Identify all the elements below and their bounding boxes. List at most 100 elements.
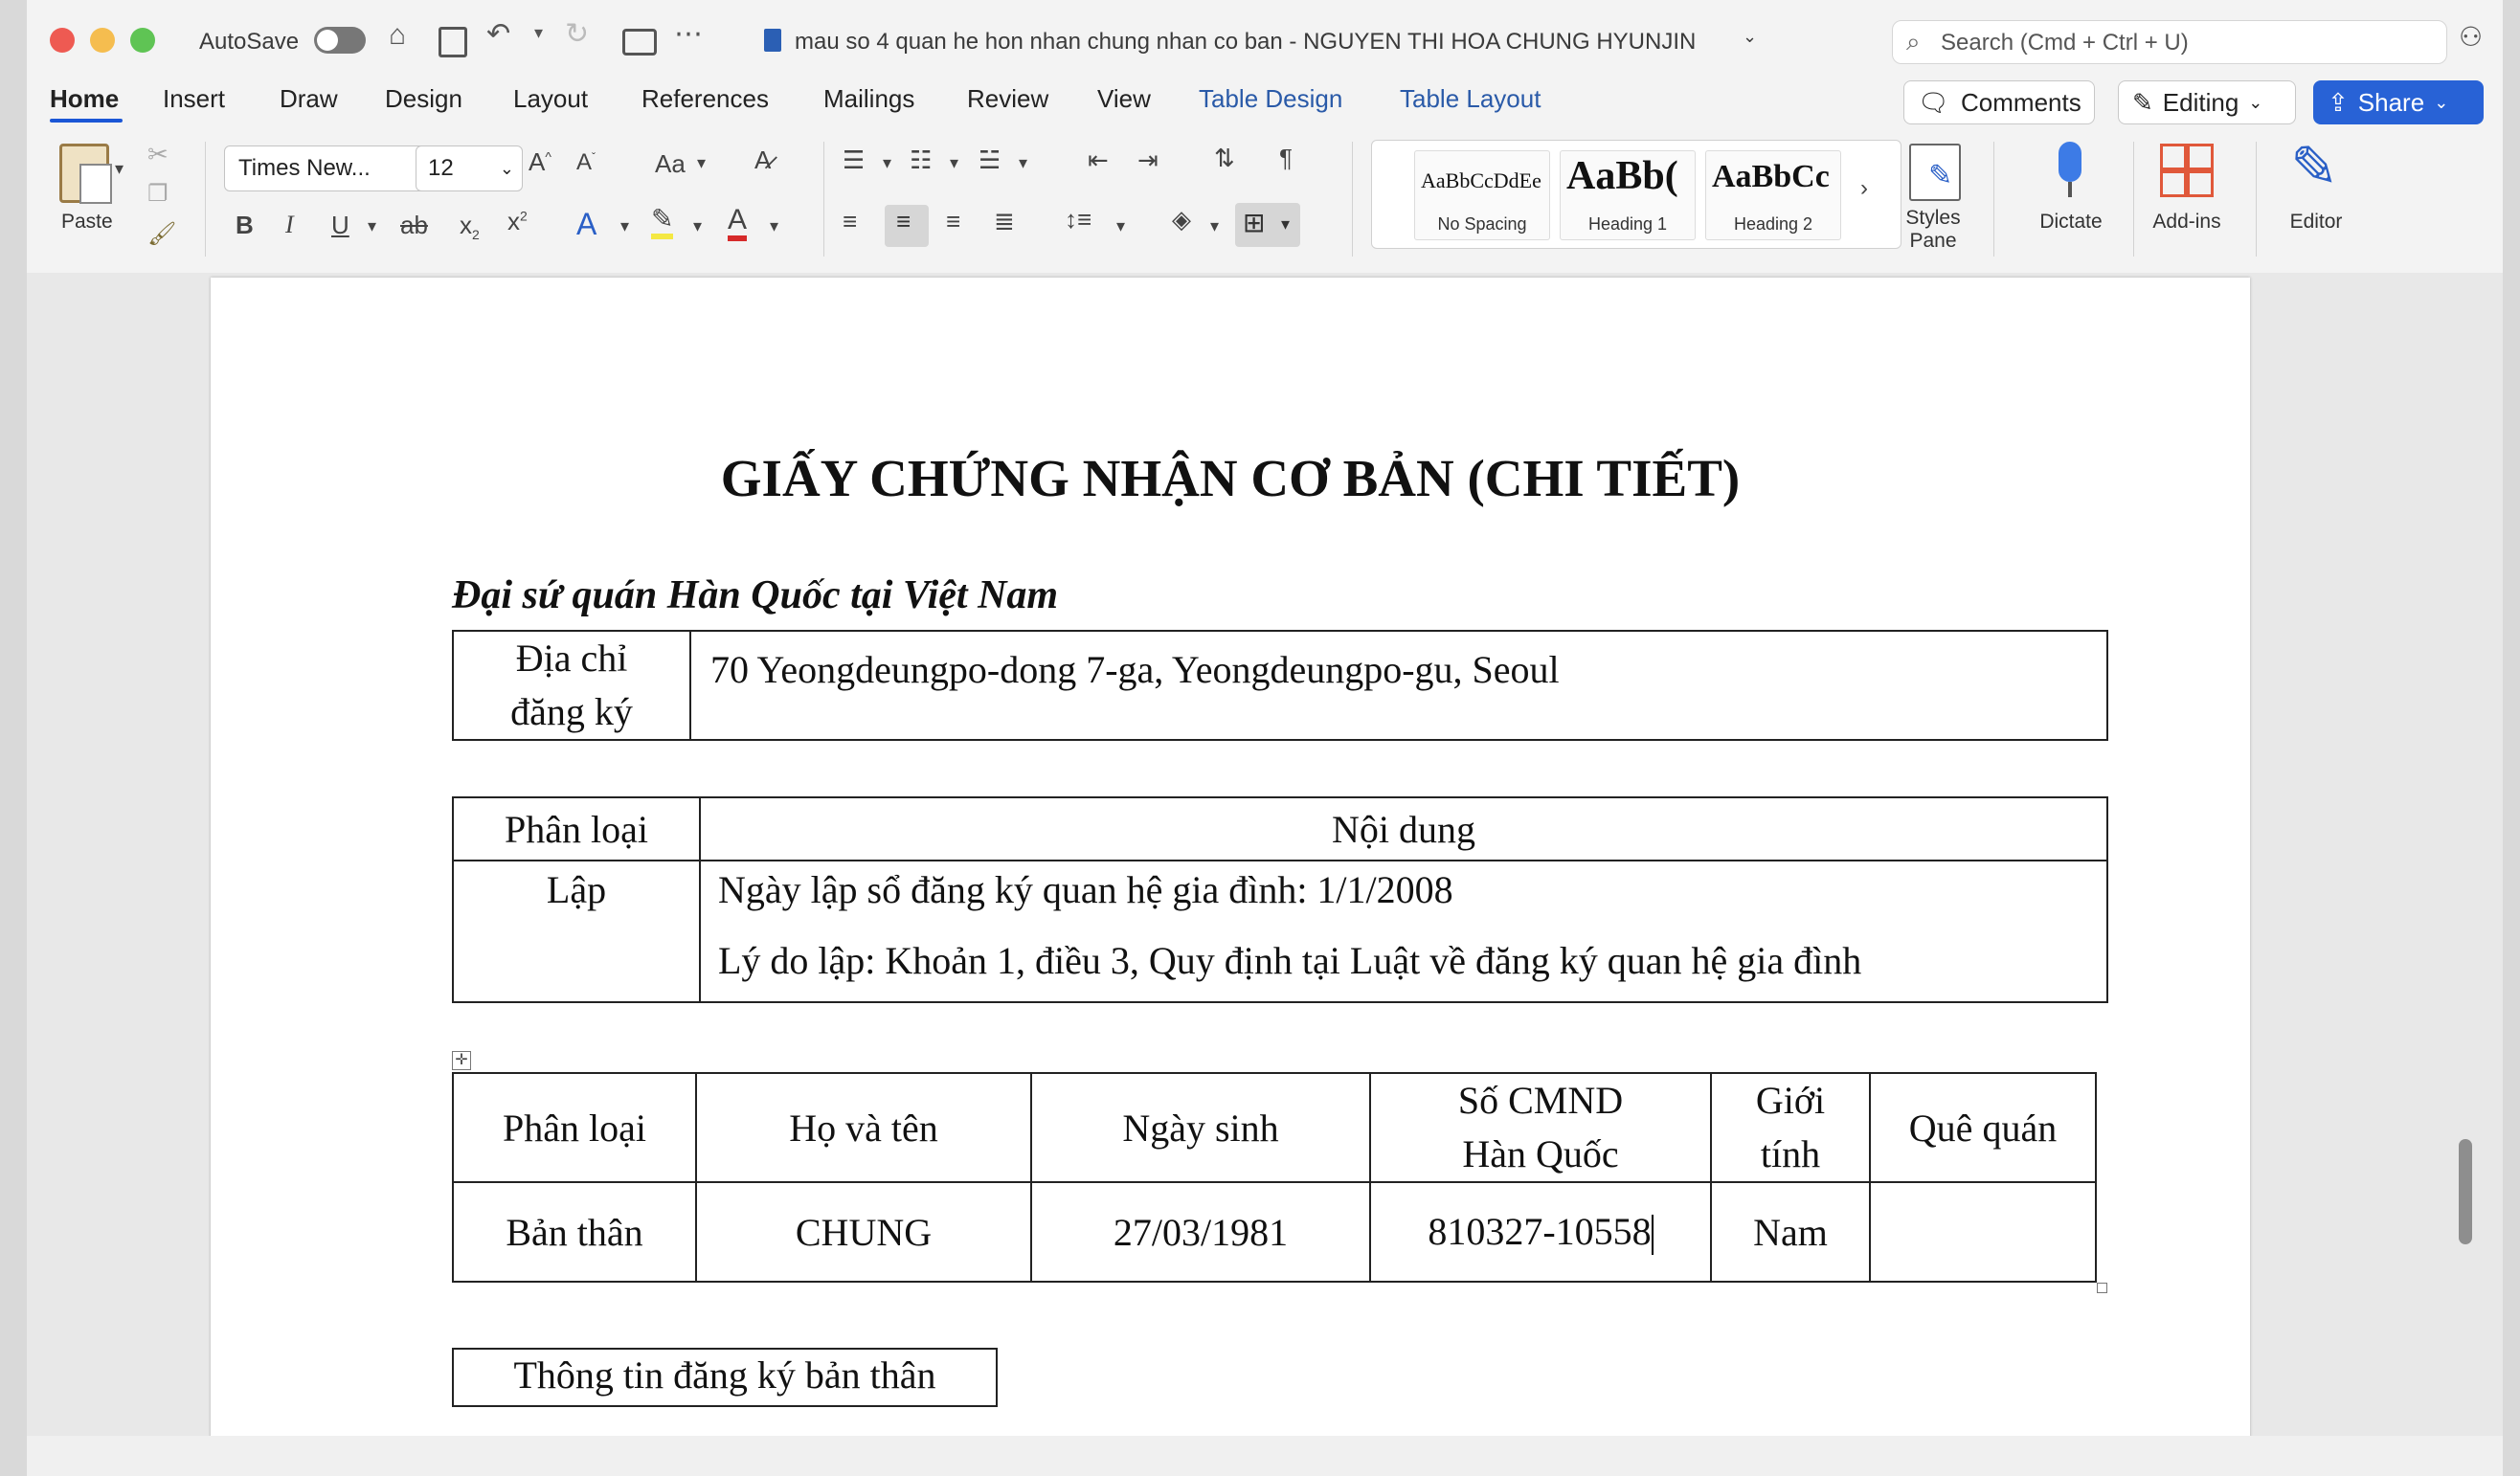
sort-icon[interactable]: ⇅ xyxy=(1214,144,1235,173)
tab-references[interactable]: References xyxy=(641,84,769,114)
tab-view[interactable]: View xyxy=(1097,84,1151,114)
cut-icon[interactable]: ✂ xyxy=(147,140,169,169)
style-heading-2[interactable]: AaBbCc Heading 2 xyxy=(1705,150,1841,240)
minimize-window-button[interactable] xyxy=(90,28,115,53)
address-value-cell[interactable]: 70 Yeongdeungpo-dong 7-ga, Yeongdeungpo-… xyxy=(689,630,2108,741)
strikethrough-icon[interactable]: ab xyxy=(400,211,428,240)
subscript-icon[interactable]: x2 xyxy=(460,211,480,242)
format-painter-icon[interactable]: 🖌 xyxy=(147,220,176,248)
person-table[interactable]: Phân loại Họ và tên Ngày sinh Số CMND Hà… xyxy=(452,1072,2097,1283)
numbering-dropdown-icon[interactable]: ▾ xyxy=(950,153,958,173)
person-header-cell[interactable]: Số CMND Hàn Quốc xyxy=(1369,1072,1712,1183)
content-value-cell[interactable]: Ngày lập sổ đăng ký quan hệ gia đình: 1/… xyxy=(699,860,2108,1003)
underline-dropdown-icon[interactable]: ▾ xyxy=(368,216,376,236)
document-title[interactable]: mau so 4 quan he hon nhan chung nhan co … xyxy=(795,29,1696,56)
multilevel-list-icon[interactable]: ☱ xyxy=(979,145,1001,175)
shrink-font-icon[interactable]: Aˇ xyxy=(576,149,596,176)
bullets-icon[interactable]: ☰ xyxy=(843,145,865,175)
line-spacing-dropdown-icon[interactable]: ▾ xyxy=(1116,216,1125,236)
underline-icon[interactable]: U xyxy=(331,211,349,240)
account-icon[interactable]: ⚇ xyxy=(2459,21,2483,53)
person-header-cell[interactable]: Phân loại xyxy=(452,1072,697,1183)
person-value-cell[interactable]: CHUNG xyxy=(695,1181,1032,1283)
font-color-icon[interactable]: A xyxy=(728,205,748,241)
address-label-cell[interactable]: Địa chỉ đăng ký xyxy=(452,630,691,741)
autosave-toggle[interactable] xyxy=(314,27,366,54)
highlight-icon[interactable]: ✎ xyxy=(651,205,674,239)
redo-icon[interactable]: ↻ xyxy=(565,17,589,51)
align-left-icon[interactable]: ≡ xyxy=(843,207,857,236)
section-box[interactable]: Thông tin đăng ký bản thân xyxy=(452,1348,998,1407)
change-case-icon[interactable]: Aa xyxy=(655,149,686,179)
tab-mailings[interactable]: Mailings xyxy=(823,84,914,114)
person-value-cell[interactable]: Bản thân xyxy=(452,1181,697,1283)
font-name-select[interactable]: Times New... ⌄ xyxy=(224,145,437,191)
styles-pane-icon[interactable]: ✎ xyxy=(1909,144,1961,201)
shading-icon[interactable]: ◈ xyxy=(1172,205,1191,235)
tab-home[interactable]: Home xyxy=(50,84,119,114)
search-input[interactable]: Search (Cmd + Ctrl + U) xyxy=(1941,30,2189,56)
italic-icon[interactable]: I xyxy=(285,211,294,239)
document-subtitle[interactable]: Đại sứ quán Hàn Quốc tại Việt Nam xyxy=(452,572,1058,618)
person-value-cell[interactable] xyxy=(1869,1181,2097,1283)
change-case-dropdown-icon[interactable]: ▾ xyxy=(697,153,706,173)
microphone-icon[interactable] xyxy=(2059,142,2081,182)
person-value-cell[interactable]: Nam xyxy=(1710,1181,1871,1283)
classification-value-cell[interactable]: Lập xyxy=(452,860,701,1003)
paste-icon[interactable] xyxy=(59,144,112,204)
title-chevron-down-icon[interactable]: ⌄ xyxy=(1743,27,1757,47)
classification-header-cell[interactable]: Phân loại xyxy=(452,796,701,861)
close-window-button[interactable] xyxy=(50,28,75,53)
editing-button[interactable]: ✎ Editing ⌄ xyxy=(2118,80,2296,124)
paste-dropdown-icon[interactable]: ▾ xyxy=(115,159,124,179)
add-ins-label[interactable]: Add-ins xyxy=(2139,211,2235,234)
align-right-icon[interactable]: ≡ xyxy=(946,207,960,236)
save-icon[interactable] xyxy=(439,27,467,57)
person-header-cell[interactable]: Ngày sinh xyxy=(1030,1072,1371,1183)
copy-icon[interactable]: ❐ xyxy=(147,180,169,208)
bullets-dropdown-icon[interactable]: ▾ xyxy=(883,153,891,173)
person-value-cell[interactable]: 27/03/1981 xyxy=(1030,1181,1371,1283)
document-page[interactable]: GIẤY CHỨNG NHẬN CƠ BẢN (CHI TIẾT) Đại sứ… xyxy=(211,278,2250,1465)
search-box[interactable]: ⌕ Search (Cmd + Ctrl + U) xyxy=(1892,20,2447,64)
document-title[interactable]: GIẤY CHỨNG NHẬN CƠ BẢN (CHI TIẾT) xyxy=(211,448,2250,508)
table-move-handle-icon[interactable]: ✛ xyxy=(452,1051,471,1070)
tab-table-design[interactable]: Table Design xyxy=(1199,84,1342,114)
text-effects-icon[interactable]: A xyxy=(576,207,596,242)
show-paragraph-marks-icon[interactable]: ¶ xyxy=(1279,144,1293,173)
editor-icon[interactable]: ✎ xyxy=(2290,134,2338,201)
tab-insert[interactable]: Insert xyxy=(163,84,225,114)
clear-formatting-icon[interactable]: A̷ xyxy=(754,145,771,175)
tab-design[interactable]: Design xyxy=(385,84,462,114)
content-header-cell[interactable]: Nội dung xyxy=(699,796,2108,861)
justify-icon[interactable]: ≣ xyxy=(994,207,1015,236)
bold-icon[interactable]: B xyxy=(236,211,254,240)
dictate-label[interactable]: Dictate xyxy=(2028,211,2114,234)
font-color-dropdown-icon[interactable]: ▾ xyxy=(770,216,778,236)
font-size-select[interactable]: 12 ⌄ xyxy=(416,145,523,191)
comments-button[interactable]: 🗨 Comments xyxy=(1903,80,2095,124)
person-header-cell[interactable]: Họ và tên xyxy=(695,1072,1032,1183)
person-header-cell[interactable]: Quê quán xyxy=(1869,1072,2097,1183)
highlight-dropdown-icon[interactable]: ▾ xyxy=(693,216,702,236)
multilevel-list-dropdown-icon[interactable]: ▾ xyxy=(1019,153,1027,173)
zoom-window-button[interactable] xyxy=(130,28,155,53)
vertical-scrollbar[interactable] xyxy=(2459,1139,2472,1244)
table-resize-handle[interactable] xyxy=(2097,1283,2107,1293)
tab-review[interactable]: Review xyxy=(967,84,1048,114)
decrease-indent-icon[interactable]: ⇤ xyxy=(1088,145,1109,175)
borders-button[interactable]: ⊞ ▾ xyxy=(1235,203,1300,247)
text-effects-dropdown-icon[interactable]: ▾ xyxy=(620,216,629,236)
styles-more-chevron-icon[interactable]: › xyxy=(1860,175,1868,202)
numbering-icon[interactable]: ☷ xyxy=(910,145,932,175)
grow-font-icon[interactable]: A^ xyxy=(529,147,551,177)
add-ins-icon[interactable] xyxy=(2160,144,2214,197)
undo-icon[interactable]: ↶ xyxy=(486,17,510,51)
style-heading-1[interactable]: AaBb( Heading 1 xyxy=(1560,150,1696,240)
tab-table-layout[interactable]: Table Layout xyxy=(1400,84,1541,114)
tab-layout[interactable]: Layout xyxy=(513,84,588,114)
superscript-icon[interactable]: x2 xyxy=(507,207,528,236)
style-no-spacing[interactable]: AaBbCcDdEe No Spacing xyxy=(1414,150,1550,240)
person-id-cell[interactable]: 810327-10558 xyxy=(1369,1181,1712,1283)
increase-indent-icon[interactable]: ⇥ xyxy=(1137,145,1159,175)
